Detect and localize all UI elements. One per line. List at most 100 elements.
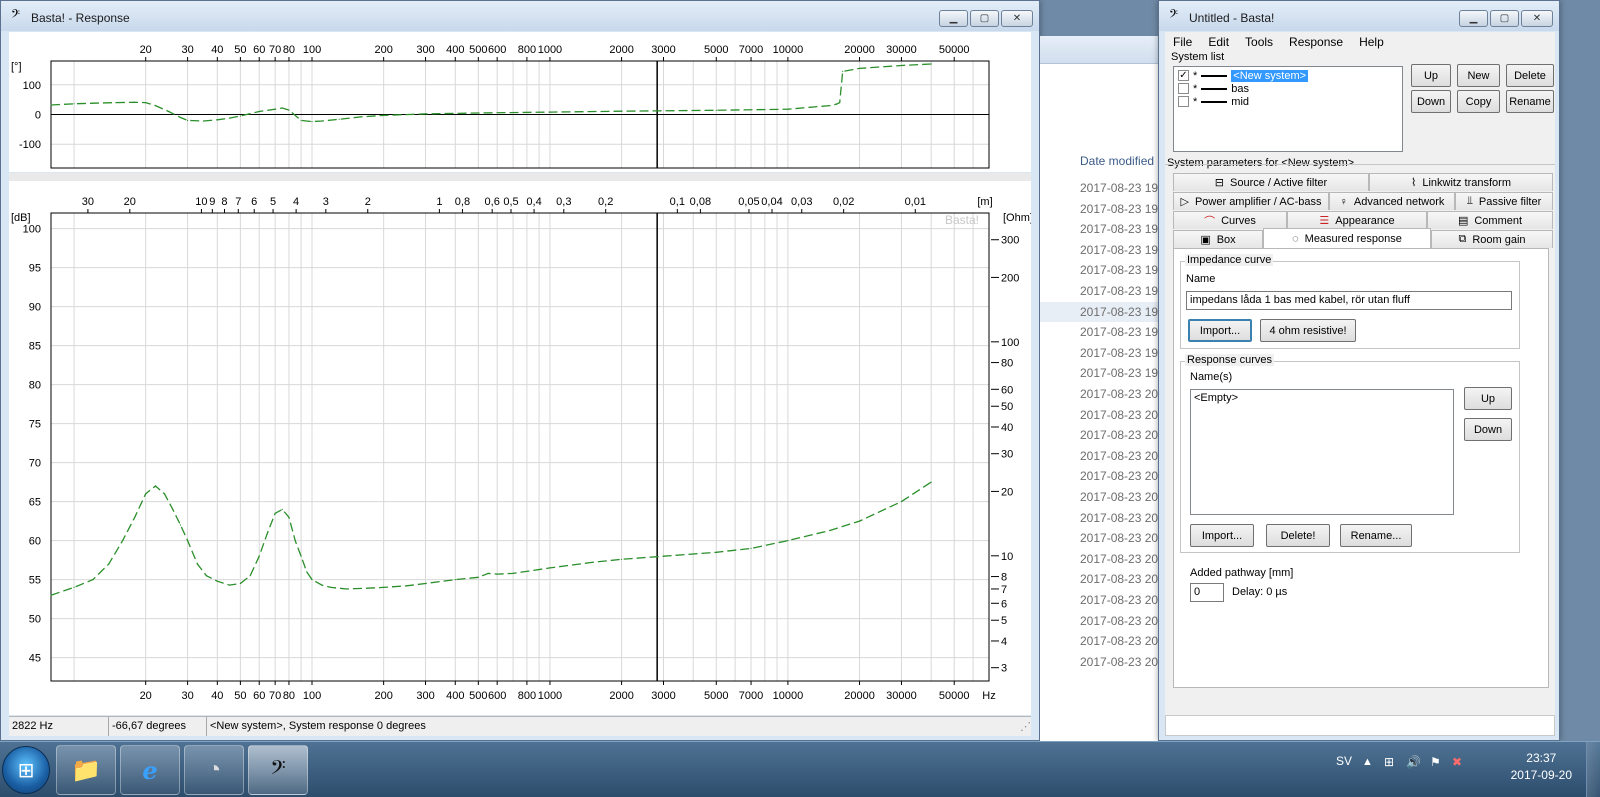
explorer-date-cell[interactable]: 2017-08-23 20: (1080, 449, 1160, 463)
tab-curves[interactable]: ⌒ Curves (1173, 211, 1287, 229)
phase-chart-panel[interactable]: 100 0 -100 [°] 20 30 40 50 60 70 80 100 200 300 400 500… (9, 32, 1031, 172)
explorer-date-cell[interactable]: 2017-08-23 19: (1080, 284, 1160, 298)
system-row[interactable]: ✓ * <New system> (1178, 69, 1309, 82)
tray-expand-icon[interactable]: ▲ (1362, 756, 1373, 768)
explorer-date-cell[interactable]: 2017-08-23 20: (1080, 655, 1160, 669)
phase-chart[interactable]: 1000-100[°]20 30 40 50 60 70 80 100 200 300 400 500… (9, 32, 1031, 172)
system-down-button[interactable]: Down (1411, 90, 1451, 113)
explorer-date-cell[interactable]: 2017-08-23 19: (1080, 325, 1160, 339)
taskbar-explorer-button[interactable]: 📁 (56, 745, 116, 795)
close-button[interactable]: ✕ (1521, 10, 1553, 27)
menu-file[interactable]: File (1165, 32, 1200, 52)
tab-advanced-network[interactable]: ♀ Advanced network (1329, 192, 1455, 210)
menu-edit[interactable]: Edit (1200, 32, 1237, 52)
clock-date: 2017-09-20 (1510, 768, 1572, 782)
delete-system-button[interactable]: Delete (1506, 64, 1554, 87)
system-checkbox[interactable]: ✓ (1178, 70, 1189, 81)
explorer-date-cell[interactable]: 2017-08-23 20: (1080, 614, 1160, 628)
chart-splitter[interactable] (9, 173, 1031, 181)
taskbar-gauge-button[interactable]: ◔ (184, 745, 244, 795)
main-horizontal-scrollbar[interactable] (1165, 715, 1555, 736)
tab-comment[interactable]: ▤ Comment (1427, 211, 1553, 229)
menu-tools[interactable]: Tools (1237, 32, 1281, 52)
explorer-date-cell[interactable]: 2017-08-23 20: (1080, 531, 1160, 545)
main-titlebar[interactable]: 𝄢 Untitled - Basta! ▁ ▢ ✕ (1159, 1, 1559, 31)
language-indicator[interactable]: SV (1336, 754, 1352, 768)
tab-power-amplifier[interactable]: ▷ Power amplifier / AC-bass (1173, 192, 1329, 210)
action-center-icon[interactable]: ⚑ (1430, 755, 1441, 769)
explorer-date-cell[interactable]: 2017-08-23 19: (1080, 243, 1160, 257)
tab-box[interactable]: ▣ Box (1173, 230, 1263, 248)
explorer-date-cell[interactable]: 2017-08-23 20: (1080, 593, 1160, 607)
rename-system-button[interactable]: Rename (1506, 90, 1554, 113)
response-import-button[interactable]: Import... (1190, 524, 1254, 547)
system-row[interactable]: * bas (1178, 82, 1249, 95)
system-checkbox[interactable] (1178, 96, 1189, 107)
magnitude-data-point (154, 485, 157, 487)
response-rename-button[interactable]: Rename... (1340, 524, 1412, 547)
maximize-button[interactable]: ▢ (970, 10, 999, 27)
volume-icon[interactable]: 🔊 (1406, 755, 1421, 769)
copy-system-button[interactable]: Copy (1457, 90, 1500, 113)
explorer-date-cell[interactable]: 2017-08-23 19: (1080, 346, 1160, 360)
explorer-date-cell[interactable]: 2017-08-23 20: (1080, 490, 1160, 504)
explorer-date-cell[interactable]: 2017-08-23 19: (1080, 181, 1160, 195)
menu-response[interactable]: Response (1281, 32, 1351, 52)
explorer-date-cell[interactable]: 2017-08-23 20: (1080, 634, 1160, 648)
wavelength-tick-label: 6 (251, 196, 257, 208)
tab-room-gain[interactable]: ⧉ Room gain (1431, 230, 1553, 248)
resize-grip-icon[interactable]: ⋰ (1017, 717, 1031, 736)
close-button[interactable]: ✕ (1001, 10, 1033, 27)
minimize-button[interactable]: ▁ (1459, 10, 1488, 27)
date-modified-column-header[interactable]: Date modified (1080, 154, 1154, 168)
network-icon[interactable]: ⊞ (1384, 755, 1394, 769)
explorer-date-cell[interactable]: 2017-08-23 19: (1080, 222, 1160, 236)
tray-clock[interactable]: 23:37 2017-09-20 (1511, 750, 1572, 784)
explorer-date-cell[interactable]: 2017-08-23 19: (1080, 202, 1160, 216)
explorer-date-cell[interactable]: 2017-08-23 20: (1080, 428, 1160, 442)
start-button[interactable]: ⊞ (2, 746, 50, 794)
tab-linkwitz-transform[interactable]: ⌇ Linkwitz transform (1369, 173, 1553, 191)
explorer-date-cell[interactable]: 2017-08-23 20: (1080, 469, 1160, 483)
magnitude-chart-panel[interactable]: 100 95 90 85 80 75 70 65 60 55 50 45 [dB] [Ohm] Basta!… (9, 181, 1033, 715)
maximize-button[interactable]: ▢ (1490, 10, 1519, 27)
power-icon[interactable]: ✖ (1452, 755, 1462, 769)
response-up-button[interactable]: Up (1464, 387, 1512, 410)
new-system-button[interactable]: New (1457, 64, 1500, 87)
system-up-button[interactable]: Up (1411, 64, 1451, 87)
explorer-date-cell[interactable]: 2017-08-23 20: (1080, 387, 1160, 401)
taskbar-basta-button[interactable]: 𝄢 (248, 745, 308, 795)
response-down-button[interactable]: Down (1464, 418, 1512, 441)
added-pathway-field[interactable]: 0 (1190, 583, 1224, 602)
explorer-date-cell[interactable]: 2017-08-23 19: (1080, 263, 1160, 277)
response-delete-button[interactable]: Delete! (1266, 524, 1330, 547)
impedance-import-button[interactable]: Import... (1188, 319, 1252, 342)
impedance-name-field[interactable]: impedans låda 1 bas med kabel, rör utan … (1186, 291, 1512, 310)
system-row[interactable]: * mid (1178, 95, 1249, 108)
system-listbox[interactable]: ✓ * <New system> * bas * mid (1173, 66, 1403, 152)
response-curves-listbox[interactable]: <Empty> (1190, 389, 1454, 515)
minimize-button[interactable]: ▁ (939, 10, 968, 27)
show-desktop-button[interactable] (1586, 742, 1600, 797)
tab-passive-filter[interactable]: ⫫ Passive filter (1455, 192, 1553, 210)
explorer-date-cell[interactable]: 2017-08-23 19: (1080, 305, 1160, 319)
magnitude-data-point (108, 563, 110, 565)
play-icon: ▷ (1180, 196, 1189, 208)
response-titlebar[interactable]: 𝄢 Basta! - Response ▁ ▢ ✕ (1, 1, 1039, 31)
response-list-item[interactable]: <Empty> (1194, 392, 1238, 404)
four-ohm-resistive-button[interactable]: 4 ohm resistive! (1260, 319, 1356, 342)
tab-measured-response[interactable]: ◌ Measured response (1263, 228, 1431, 248)
taskbar-ie-button[interactable]: e (120, 745, 180, 795)
explorer-date-cell[interactable]: 2017-08-23 20: (1080, 511, 1160, 525)
tab-appearance[interactable]: ☰ Appearance (1287, 211, 1427, 229)
menu-help[interactable]: Help (1351, 32, 1392, 52)
explorer-date-cell[interactable]: 2017-08-23 20: (1080, 552, 1160, 566)
explorer-date-cell[interactable]: 2017-08-23 20: (1080, 572, 1160, 586)
wavelength-tick-label: 0,1 (670, 196, 685, 208)
magnitude-chart[interactable]: 1009590858075706560555045[dB] [Ohm]Basta!… (9, 181, 1033, 715)
system-checkbox[interactable] (1178, 83, 1189, 94)
magnitude-data-point (591, 561, 593, 564)
tab-source-active-filter[interactable]: ⊟ Source / Active filter (1173, 173, 1369, 191)
explorer-date-cell[interactable]: 2017-08-23 20: (1080, 408, 1160, 422)
explorer-date-cell[interactable]: 2017-08-23 19: (1080, 366, 1160, 380)
